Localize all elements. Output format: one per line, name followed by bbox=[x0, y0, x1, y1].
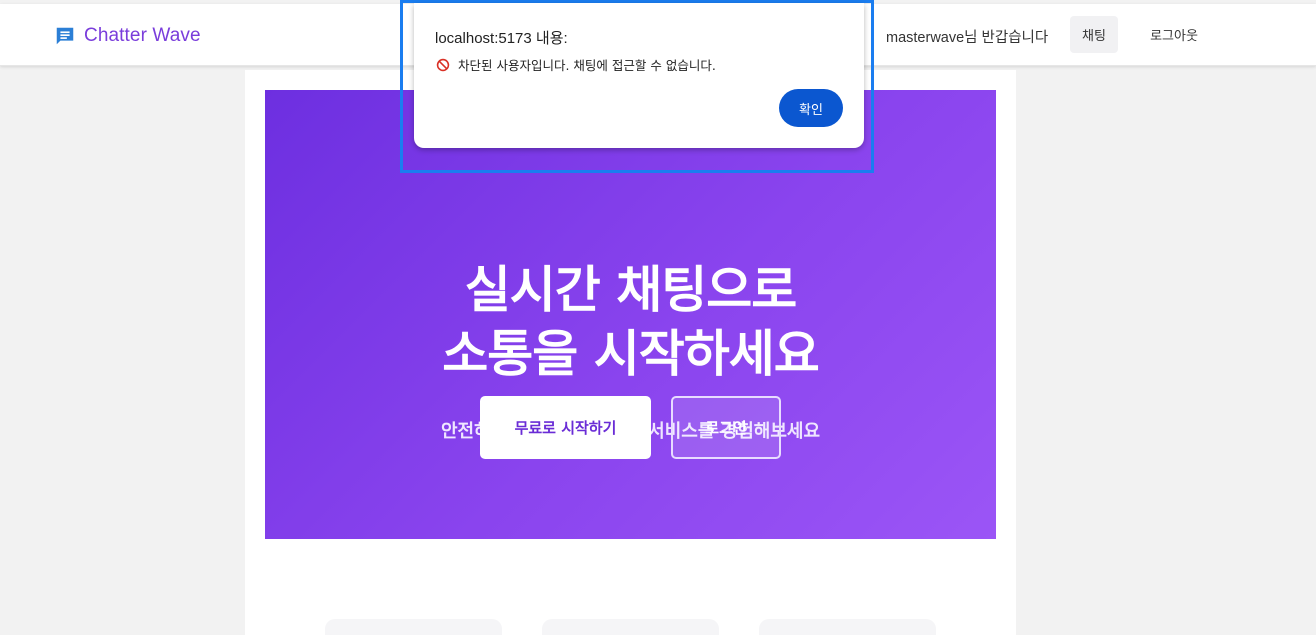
feature-card bbox=[542, 619, 719, 635]
brand-name: Chatter Wave bbox=[84, 25, 201, 46]
nav-chat-button[interactable]: 채팅 bbox=[1070, 16, 1118, 53]
hero-title-line-2: 소통을 시작하세요 bbox=[442, 325, 819, 383]
hero-title-line-1: 실시간 채팅으로 bbox=[464, 261, 797, 319]
dialog-message-row: 차단된 사용자입니다. 채팅에 접근할 수 없습니다. bbox=[436, 55, 716, 74]
feature-card bbox=[325, 619, 502, 635]
user-greeting: masterwave님 반갑습니다 bbox=[886, 30, 1049, 46]
dialog-message: 차단된 사용자입니다. 채팅에 접근할 수 없습니다. bbox=[458, 58, 716, 73]
chat-bubble-icon bbox=[56, 27, 74, 45]
blocked-icon bbox=[436, 58, 450, 71]
dialog-title: localhost:5173 내용: bbox=[435, 30, 568, 47]
hero-title: 실시간 채팅으로 소통을 시작하세요 bbox=[265, 258, 996, 386]
hero-login-button[interactable]: 로그인 bbox=[671, 396, 781, 459]
alert-dialog: localhost:5173 내용: 차단된 사용자입니다. 채팅에 접근할 수… bbox=[414, 3, 864, 148]
dialog-ok-button[interactable]: 확인 bbox=[779, 89, 843, 127]
start-free-button[interactable]: 무료로 시작하기 bbox=[480, 396, 651, 459]
feature-card bbox=[759, 619, 936, 635]
brand-logo[interactable]: Chatter Wave bbox=[54, 23, 201, 49]
logout-button[interactable]: 로그아웃 bbox=[1136, 16, 1212, 53]
